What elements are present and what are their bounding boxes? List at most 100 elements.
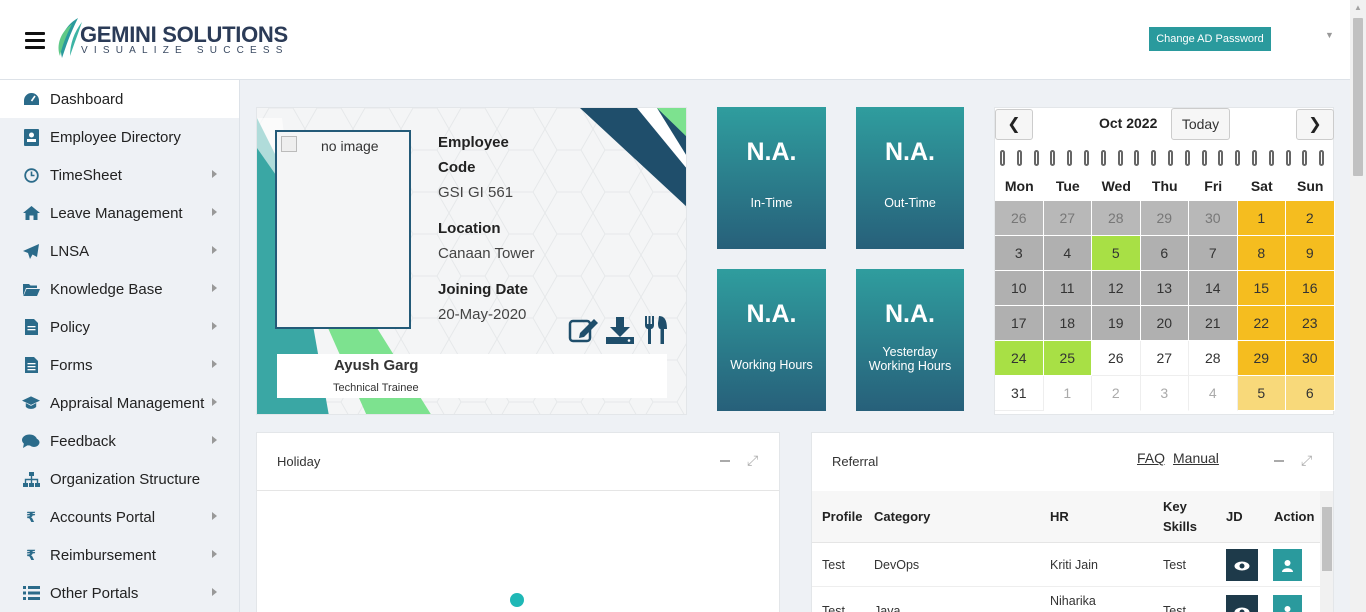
calendar-prev-button[interactable]: ❮ [995,109,1033,140]
calendar-week-row: 26 27 28 29 30 1 2 [995,201,1335,236]
manual-link[interactable]: Manual [1173,450,1219,466]
out-time-label: Out-Time [884,196,936,210]
user-menu-dropdown-icon[interactable]: ▼ [1325,30,1334,40]
page-scrollbar[interactable]: ▲ [1350,0,1366,612]
spiral-ring [1319,150,1325,166]
refer-action-button[interactable] [1273,595,1302,612]
calendar-day-cell[interactable]: 20 [1140,306,1189,341]
calendar-day-cell[interactable]: 1 [1237,201,1286,236]
sidebar-item-feedback[interactable]: Feedback [0,422,239,460]
yesterday-working-hours-value: N.A. [885,300,935,328]
calendar-day-cell[interactable]: 5 [1092,236,1141,271]
calendar-day-cell[interactable]: 27 [1140,341,1189,376]
calendar-day-cell[interactable]: 13 [1140,271,1189,306]
change-ad-password-button[interactable]: Change AD Password [1149,27,1271,51]
minimize-icon[interactable] [720,460,730,462]
calendar-day-cell[interactable]: 4 [1189,376,1238,411]
download-icon[interactable] [604,315,636,347]
calendar-day-cell[interactable]: 25 [1043,341,1092,376]
company-logo[interactable]: GEMINI SOLUTIONS VISUALIZE SUCCESS [54,16,288,66]
calendar-day-cell[interactable]: 24 [995,341,1044,376]
calendar-spiral-rings [995,150,1335,168]
col-jd: JD [1226,509,1243,524]
sidebar-item-timesheet[interactable]: TimeSheet [0,156,239,194]
calendar-day-cell[interactable]: 26 [995,201,1044,236]
sidebar-item-leave-management[interactable]: Leave Management [0,194,239,232]
calendar-next-button[interactable]: ❯ [1296,109,1334,140]
edit-icon[interactable] [568,315,600,347]
calendar-day-cell[interactable]: 7 [1189,236,1238,271]
calendar-day-cell[interactable]: 30 [1286,341,1335,376]
spiral-ring [1201,150,1207,166]
spiral-ring [1134,150,1140,166]
calendar-day-cell[interactable]: 26 [1092,341,1141,376]
hamburger-menu-icon[interactable] [25,32,45,50]
referral-table-scrollbar[interactable] [1320,491,1333,612]
spiral-ring [1218,150,1224,166]
calendar-day-cell[interactable]: 6 [1140,236,1189,271]
calendar-day-cell[interactable]: 5 [1237,376,1286,411]
calendar-day-cell[interactable]: 30 [1189,201,1238,236]
sidebar-item-label: Employee Directory [50,128,181,146]
view-jd-button[interactable] [1226,549,1258,581]
calendar-day-cell[interactable]: 27 [1043,201,1092,236]
calendar-day-cell[interactable]: 3 [995,236,1044,271]
sidebar-item-appraisal-management[interactable]: Appraisal Management [0,384,239,422]
calendar-day-cell[interactable]: 12 [1092,271,1141,306]
minimize-icon[interactable] [1274,460,1284,462]
calendar-day-cell[interactable]: 2 [1286,201,1335,236]
sidebar-item-knowledge-base[interactable]: Knowledge Base [0,270,239,308]
calendar-day-cell[interactable]: 16 [1286,271,1335,306]
calendar-day-cell[interactable]: 31 [995,376,1044,411]
calendar-day-cell[interactable]: 28 [1189,341,1238,376]
sidebar-item-accounts-portal[interactable]: ₹ Accounts Portal [0,498,239,536]
row-category: DevOps [874,558,920,572]
scroll-up-icon[interactable]: ▲ [1354,3,1362,12]
calendar-day-cell[interactable]: 15 [1237,271,1286,306]
spiral-ring [1050,150,1056,166]
calendar-day-cell[interactable]: 29 [1237,341,1286,376]
cutlery-icon[interactable] [640,315,672,347]
calendar-day-cell[interactable]: 9 [1286,236,1335,271]
calendar-day-cell[interactable]: 28 [1092,201,1141,236]
calendar-day-cell[interactable]: 18 [1043,306,1092,341]
view-jd-button[interactable] [1226,595,1258,612]
calendar-day-cell[interactable]: 21 [1189,306,1238,341]
calendar-day-cell[interactable]: 23 [1286,306,1335,341]
sidebar-item-organization-structure[interactable]: Organization Structure [0,460,239,498]
spiral-ring [1033,150,1039,166]
calendar-day-cell[interactable]: 29 [1140,201,1189,236]
sitemap-icon [22,470,40,488]
scrollbar-thumb[interactable] [1322,507,1332,571]
expand-icon[interactable]: ⤢ [747,452,758,469]
calendar-today-button[interactable]: Today [1171,108,1230,140]
sidebar-item-reimbursement[interactable]: ₹ Reimbursement [0,536,239,574]
sidebar-item-dashboard[interactable]: Dashboard [0,80,239,118]
sidebar-item-label: Organization Structure [50,470,201,488]
calendar-day-cell[interactable]: 17 [995,306,1044,341]
chevron-right-icon [212,170,217,178]
calendar-day-cell[interactable]: 3 [1140,376,1189,411]
calendar-day-cell[interactable]: 6 [1286,376,1335,411]
sidebar-item-forms[interactable]: Forms [0,346,239,384]
faq-link[interactable]: FAQ [1137,450,1165,466]
calendar-day-cell[interactable]: 22 [1237,306,1286,341]
calendar-day-cell[interactable]: 11 [1043,271,1092,306]
calendar-day-cell[interactable]: 2 [1092,376,1141,411]
referral-panel: Referral FAQ Manual ⤢ Profile Category H… [811,432,1334,612]
calendar-day-cell[interactable]: 1 [1043,376,1092,411]
sidebar-item-policy[interactable]: Policy [0,308,239,346]
scrollbar-thumb[interactable] [1353,18,1363,176]
sidebar-item-other-portals[interactable]: Other Portals [0,574,239,612]
calendar-day-cell[interactable]: 4 [1043,236,1092,271]
user-icon [1282,559,1293,572]
sidebar-item-employee-directory[interactable]: Employee Directory [0,118,239,156]
calendar-day-cell[interactable]: 8 [1237,236,1286,271]
expand-icon[interactable]: ⤢ [1301,452,1312,469]
refer-action-button[interactable] [1273,549,1302,581]
id-card-icon [22,128,40,146]
calendar-day-cell[interactable]: 10 [995,271,1044,306]
calendar-day-cell[interactable]: 19 [1092,306,1141,341]
calendar-day-cell[interactable]: 14 [1189,271,1238,306]
sidebar-item-lnsa[interactable]: LNSA [0,232,239,270]
